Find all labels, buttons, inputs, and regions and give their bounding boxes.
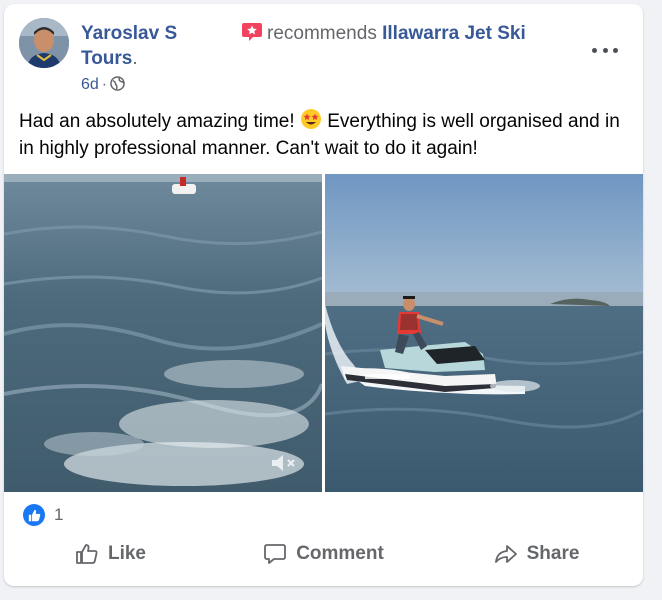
like-button[interactable]: Like [4,530,217,578]
action-bar: Like Comment Share [4,530,643,578]
muted-speaker-icon[interactable] [270,452,300,474]
post-card: Yaroslav S Tours. recommends Illawarra J… [4,4,643,586]
recommend-star-icon [241,22,263,42]
meta-separator: · [101,76,108,93]
like-label: Like [107,543,147,564]
page-link[interactable]: Illawarra Jet Ski [382,23,526,44]
more-options-icon[interactable] [592,42,618,58]
reaction-summary[interactable]: 1 [23,504,63,526]
jet-ski-photo[interactable] [325,174,643,492]
video-thumbnail[interactable] [4,174,322,492]
post-text: Had an absolutely amazing time! Everythi… [19,108,631,162]
post-text-part1: Had an absolutely amazing time! [19,111,295,132]
share-icon [494,545,517,563]
photo-grid [4,174,643,492]
reaction-count: 1 [54,505,64,524]
recommendation-line: recommends Illawarra Jet Ski [241,21,526,46]
recommends-label: recommends [267,23,377,44]
avatar[interactable] [19,18,69,68]
comment-icon [264,544,287,564]
post-meta: 6d · [81,75,125,95]
share-label: Share [526,543,580,564]
thumbs-up-outline-icon [76,544,98,564]
star-struck-emoji [300,108,322,130]
comment-button[interactable]: Comment [217,530,430,578]
share-button[interactable]: Share [430,530,643,578]
thumbs-up-icon [23,504,45,526]
timestamp-link[interactable]: 6d [81,76,99,93]
globe-icon[interactable] [110,76,125,91]
author-name-line2[interactable]: Tours [81,48,132,69]
author-dot: . [132,48,138,69]
post-header: Yaroslav S Tours. recommends Illawarra J… [19,18,628,98]
comment-label: Comment [296,543,384,564]
author-name-line1[interactable]: Yaroslav S [81,23,177,44]
author-name[interactable]: Yaroslav S Tours. [81,21,201,71]
